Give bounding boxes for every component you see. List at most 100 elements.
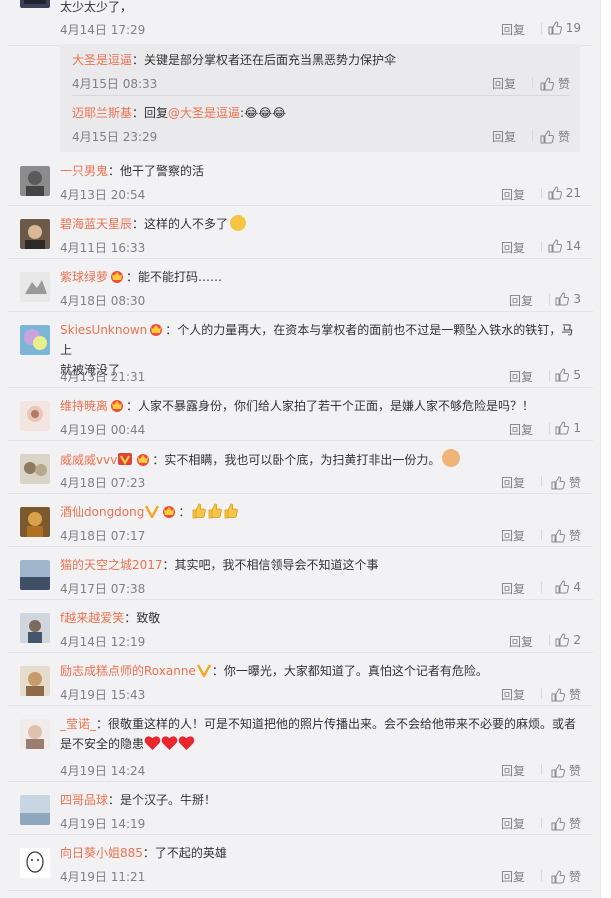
comment-time: 4月18日 07:17 [60, 529, 146, 543]
reply-button[interactable]: 回复 [501, 815, 525, 832]
vip-v-badge-icon [145, 505, 160, 518]
reply-button[interactable]: 回复 [501, 239, 525, 256]
comment-username[interactable]: 维持暁离 [60, 399, 108, 413]
avatar[interactable] [20, 560, 50, 590]
comment-username[interactable]: 向日葵小姐885 [60, 846, 143, 860]
reply-button[interactable]: 回复 [501, 868, 525, 885]
reply-button[interactable]: 回复 [501, 762, 525, 779]
like-count: 赞 [568, 870, 581, 884]
heart-emoji-icon [178, 736, 195, 750]
like-count: 赞 [568, 688, 581, 702]
reply-button[interactable]: 回复 [501, 186, 525, 203]
reply-button[interactable]: 回复 [492, 75, 516, 92]
like-count: 赞 [568, 529, 581, 543]
like-button[interactable]: 3 [555, 292, 581, 306]
crown-badge-icon [111, 400, 124, 412]
like-button[interactable]: 赞 [551, 868, 581, 885]
thumbs-up-icon [551, 817, 566, 831]
comment-username[interactable]: f越来越爱笑 [60, 611, 124, 625]
reply-text: 大圣是逗逼：关键是部分掌权者还在后面充当黑恶势力保护伞 [72, 53, 397, 67]
avatar[interactable] [20, 401, 50, 431]
comment-username[interactable]: _莹诺_ [60, 717, 96, 731]
comment-text: 维持暁离 ：人家不暴露身份，你们给人家拍了若干个正面，是嫌人家不够危险是吗？！ [60, 399, 535, 413]
avatar[interactable] [20, 325, 50, 355]
like-button[interactable]: 赞 [540, 75, 570, 92]
thumbs-up-icon [555, 292, 570, 306]
comment-username[interactable]: 四哥品球 [60, 793, 108, 807]
comment-text: 励志成糕点师的Roxanne ：你一曝光，大家都知道了。真怕这个记者有危险。 [60, 664, 488, 678]
thumbs-up-icon [555, 633, 570, 647]
reply-button[interactable]: 回复 [501, 580, 525, 597]
smiley-emoji-icon [230, 215, 247, 231]
avatar[interactable] [20, 507, 50, 537]
comment-username[interactable]: SkiesUnknown [60, 323, 147, 337]
like-count: 赞 [568, 476, 581, 490]
like-button[interactable]: 赞 [551, 762, 581, 779]
vip-v-badge-icon [196, 664, 211, 677]
thumbs-up-icon [551, 529, 566, 543]
comment-text: 酒仙dongdong： [60, 502, 583, 522]
avatar[interactable] [20, 0, 50, 8]
divider [532, 77, 533, 88]
like-button[interactable]: 1 [555, 421, 581, 435]
avatar[interactable] [20, 454, 50, 484]
reply-button[interactable]: 回复 [501, 474, 525, 491]
avatar[interactable] [20, 272, 50, 302]
reply-button[interactable]: 回复 [509, 368, 533, 385]
comment-username[interactable]: 威威威vvv [60, 453, 117, 467]
like-button[interactable]: 2 [555, 633, 581, 647]
comment-item: 励志成糕点师的Roxanne ：你一曝光，大家都知道了。真怕这个记者有危险。 4月… [8, 653, 593, 706]
comment-text: 一只男鬼：他干了警察的活 [60, 164, 205, 178]
avatar[interactable] [20, 795, 50, 825]
reply-button[interactable]: 回复 [509, 292, 533, 309]
comment-text: 紫球绿萝 ：能不能打码…… [60, 270, 223, 284]
comment-time: 4月18日 07:23 [60, 476, 146, 490]
reply-button[interactable]: 回复 [509, 633, 533, 650]
reply-button[interactable]: 回复 [492, 128, 516, 145]
like-button[interactable]: 赞 [540, 128, 570, 145]
like-button[interactable]: 赞 [551, 527, 581, 544]
reply-button[interactable]: 回复 [501, 686, 525, 703]
like-button[interactable]: 4 [555, 580, 581, 594]
like-button[interactable]: 19 [548, 21, 581, 35]
fist-emoji-icon [442, 449, 461, 467]
comment-item: 一只男鬼：他干了警察的活 4月13日 20:54 回复 21 [8, 153, 593, 206]
comment-text: f越来越爱笑：致敬 [60, 611, 161, 625]
reply-button[interactable]: 回复 [501, 21, 525, 38]
comment-username[interactable]: 励志成糕点师的Roxanne [60, 664, 196, 678]
crown-badge-icon [150, 324, 163, 336]
like-button[interactable]: 14 [548, 239, 581, 253]
avatar[interactable] [20, 613, 50, 643]
reply-button[interactable]: 回复 [509, 421, 533, 438]
comment-text: 太少太少了， [60, 0, 133, 14]
comment-username[interactable]: 一只男鬼 [60, 164, 108, 178]
avatar[interactable] [20, 848, 50, 878]
avatar[interactable] [20, 219, 50, 249]
mention-link[interactable]: @大圣是逗逼 [168, 106, 240, 120]
like-button[interactable]: 21 [548, 186, 581, 200]
divider [541, 241, 542, 252]
reply-button[interactable]: 回复 [501, 527, 525, 544]
avatar[interactable] [20, 666, 50, 696]
heart-emoji-icon [161, 736, 178, 750]
scrollbar-gutter [600, 0, 611, 898]
like-button[interactable]: 赞 [551, 474, 581, 491]
like-button[interactable]: 赞 [551, 815, 581, 832]
reply-username[interactable]: 迈耶兰斯基 [72, 106, 132, 120]
like-count: 1 [573, 421, 581, 435]
reply-username[interactable]: 大圣是逗逼 [72, 53, 132, 67]
comment-time: 4月19日 14:19 [60, 817, 146, 831]
comment-item: 碧海蓝天星辰：这样的人不多了 4月11日 16:33 回复 14 [8, 206, 593, 259]
comment-username[interactable]: 酒仙dongdong [60, 505, 144, 519]
comment-username[interactable]: 紫球绿萝 [60, 270, 108, 284]
comment-username[interactable]: 碧海蓝天星辰 [60, 217, 132, 231]
avatar[interactable] [20, 166, 50, 196]
reply-time: 4月15日 08:33 [72, 77, 158, 91]
comment-username[interactable]: 猫的天空之城2017 [60, 558, 163, 572]
comment-time: 4月17日 07:38 [60, 582, 146, 596]
like-button[interactable]: 5 [555, 368, 581, 382]
comment-time: 4月14日 17:29 [60, 23, 146, 37]
like-button[interactable]: 赞 [551, 686, 581, 703]
avatar[interactable] [20, 719, 50, 749]
like-count: 4 [573, 580, 581, 594]
